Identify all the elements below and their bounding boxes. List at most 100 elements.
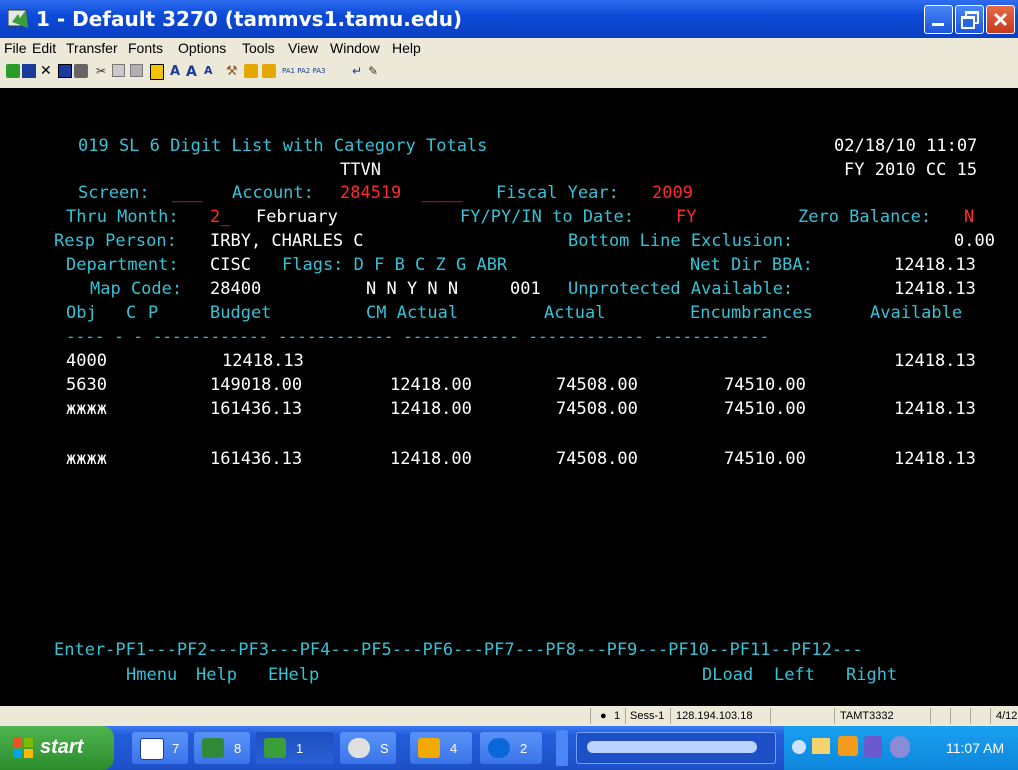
close-button[interactable] [986, 5, 1015, 34]
session-number: 1 [614, 710, 621, 722]
zero-balance-field[interactable]: N [964, 207, 974, 227]
datetime: 02/18/10 11:07 [834, 136, 978, 156]
taskbar-app[interactable]: S [340, 732, 396, 764]
tray-app-icon[interactable] [864, 736, 882, 758]
fiscal-year-field[interactable]: 2009 [652, 183, 693, 203]
thru-month-field[interactable]: 2_ [210, 207, 230, 227]
cell-actual: 74508.00 [556, 449, 638, 469]
thru-month-label: Thru Month: [66, 207, 179, 227]
new-session-icon[interactable] [6, 64, 20, 78]
window-title: 1 - Default 3270 (tammvs1.tamu.edu) [36, 7, 463, 31]
menu-help[interactable]: Help [392, 40, 421, 56]
start-button[interactable]: start [0, 726, 114, 770]
map-code-label: Map Code: [90, 279, 183, 299]
taskbar-scroll[interactable] [556, 730, 568, 766]
tray-app-icon-2[interactable] [890, 736, 910, 758]
menu-fonts[interactable]: Fonts [128, 40, 163, 56]
pa-keys[interactable]: PA1 PA2 PA3 [282, 64, 342, 78]
terminal-app-icon[interactable] [8, 8, 30, 30]
taskbar-word[interactable]: 7 [132, 732, 188, 764]
menu-window[interactable]: Window [330, 40, 380, 56]
menu-bar: File Edit Transfer Fonts Options Tools V… [0, 38, 1018, 58]
net-dir-label: Net Dir BBA: [690, 255, 813, 275]
screen-field[interactable]: ___ [172, 183, 203, 203]
status-bar: ● 1 Sess-1 128.194.103.18 TAMT3332 4/12 [0, 706, 1018, 726]
tray-arrow-icon[interactable] [792, 740, 806, 754]
pf9-dload[interactable]: DLoad [702, 665, 753, 685]
col-available: Available [870, 303, 963, 323]
tools-icon[interactable]: ⚒ [226, 64, 240, 79]
receive-file-icon[interactable] [262, 64, 276, 78]
account-extra-field[interactable]: ____ [422, 183, 463, 203]
fy-py-field[interactable]: FY [676, 207, 696, 227]
menu-options[interactable]: Options [178, 40, 226, 56]
copy-icon[interactable] [112, 64, 125, 77]
screen-title: 019 SL 6 Digit List with Category Totals [78, 136, 488, 156]
cell-budget: 161436.13 [210, 399, 303, 419]
cell-cm-actual: 12418.00 [390, 449, 472, 469]
font-decrease-icon[interactable]: A [204, 64, 218, 78]
col-p: P [148, 303, 159, 323]
taskbar-ie[interactable]: 2 [480, 732, 542, 764]
disconnect-icon[interactable]: ✕ [40, 64, 54, 78]
send-file-icon[interactable] [244, 64, 258, 78]
keyboard-icon[interactable] [22, 64, 36, 78]
col-cm-actual: CM Actual [366, 303, 459, 323]
flags-values: N N Y N N [366, 279, 459, 299]
pf11-right[interactable]: Right [846, 665, 897, 685]
mail-icon[interactable] [812, 738, 830, 754]
font-increase-icon[interactable]: A [186, 64, 200, 80]
cell-budget: 149018.00 [210, 375, 303, 395]
start-label: start [40, 736, 84, 758]
paste-icon[interactable] [130, 64, 143, 77]
flags-label: Flags: D F B C Z G ABR [282, 255, 508, 275]
restore-button[interactable] [955, 5, 984, 34]
thru-month-name: February [256, 207, 338, 227]
resp-person-label: Resp Person: [54, 231, 177, 251]
taskbar-excel[interactable]: 8 [194, 732, 250, 764]
cell-cm-actual: 12418.00 [390, 399, 472, 419]
select-icon[interactable] [150, 64, 164, 80]
save-icon[interactable] [58, 64, 72, 78]
pf2-help[interactable]: Help [196, 665, 237, 685]
pf1-hmenu[interactable]: Hmenu [126, 665, 177, 685]
media-player-controls[interactable] [576, 732, 776, 764]
menu-transfer[interactable]: Transfer [66, 40, 118, 56]
cell-actual: 74508.00 [556, 375, 638, 395]
pf10-left[interactable]: Left [774, 665, 815, 685]
cell-available: 12418.13 [894, 399, 976, 419]
cell-obj: 4000 [66, 351, 107, 371]
map-code-value: 28400 [210, 279, 262, 299]
lock-icon: ● [600, 710, 607, 722]
resp-person-value: IRBY, CHARLES C [210, 231, 364, 251]
department-label: Department: [66, 255, 179, 275]
menu-file[interactable]: File [4, 40, 27, 56]
outlook-icon [418, 738, 440, 758]
subtitle: TTVN [340, 160, 381, 180]
col-obj: Obj [66, 303, 97, 323]
bottom-line-label: Bottom Line Exclusion: [568, 231, 794, 251]
cut-icon[interactable]: ✂ [96, 64, 110, 78]
minimize-button[interactable] [924, 5, 953, 34]
pencil-icon[interactable]: ✎ [368, 64, 382, 78]
print-icon[interactable] [74, 64, 88, 78]
outlook-tray-icon[interactable] [838, 736, 858, 756]
ie-icon [488, 738, 510, 758]
menu-view[interactable]: View [288, 40, 318, 56]
enter-icon[interactable]: ↵ [352, 64, 366, 78]
menu-edit[interactable]: Edit [32, 40, 56, 56]
session-name: Sess-1 [630, 710, 665, 722]
font-large-icon[interactable]: A [170, 64, 184, 79]
taskbar-outlook[interactable]: 4 [410, 732, 472, 764]
excel-icon [202, 738, 224, 758]
menu-tools[interactable]: Tools [242, 40, 275, 56]
pf3-ehelp[interactable]: EHelp [268, 665, 319, 685]
col-budget: Budget [210, 303, 272, 323]
taskbar-terminal[interactable]: 1 [256, 732, 334, 764]
window-titlebar[interactable]: 1 - Default 3270 (tammvs1.tamu.edu) [0, 0, 1018, 38]
terminal-screen[interactable]: 019 SL 6 Digit List with Category Totals… [0, 90, 1018, 704]
account-field[interactable]: 284519 [340, 183, 401, 203]
screen-label: Screen: [78, 183, 150, 203]
cell-encumbrances: 74510.00 [724, 449, 806, 469]
close-icon [993, 12, 1008, 27]
